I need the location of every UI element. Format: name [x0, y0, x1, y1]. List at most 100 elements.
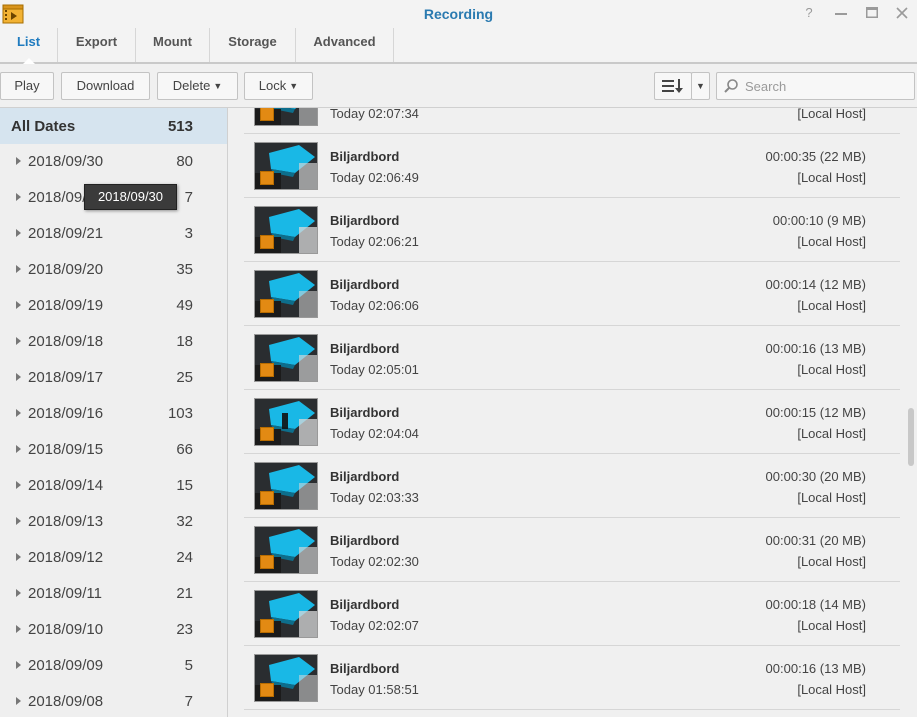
date-item[interactable]: 2018/09/16 103	[0, 396, 227, 432]
date-count: 7	[184, 189, 193, 206]
date-item[interactable]: 2018/09/10 23	[0, 612, 227, 648]
recording-row[interactable]: Biljardbord Today 02:04:04 00:00:15 (12 MB…	[244, 390, 900, 454]
tab-storage[interactable]: Storage	[210, 28, 296, 62]
close-icon[interactable]	[893, 5, 911, 21]
caret-down-icon: ▼	[213, 81, 223, 91]
date-item[interactable]: 2018/09/21 3	[0, 216, 227, 252]
recording-time: Today 02:06:21	[330, 234, 419, 249]
camera-name: Biljardbord	[330, 149, 400, 164]
expand-arrow-icon[interactable]	[16, 445, 21, 453]
recording-type-icon	[260, 619, 274, 633]
expand-arrow-icon[interactable]	[16, 625, 21, 633]
date-item[interactable]: 2018/09/13 32	[0, 504, 227, 540]
tab-bar: List Export Mount Storage Advanced	[0, 28, 917, 64]
tab-list[interactable]: List	[0, 28, 58, 64]
expand-arrow-icon[interactable]	[16, 265, 21, 273]
recording-thumbnail[interactable]	[254, 108, 318, 126]
date-item[interactable]: 2018/09/08 7	[0, 684, 227, 717]
recording-thumbnail[interactable]	[254, 398, 318, 446]
all-dates-count: 513	[167, 118, 193, 135]
expand-arrow-icon[interactable]	[16, 697, 21, 705]
recording-type-icon	[260, 491, 274, 505]
tab-mount[interactable]: Mount	[136, 28, 210, 62]
lock-button-label: Lock	[258, 78, 287, 93]
expand-arrow-icon[interactable]	[16, 157, 21, 165]
recording-host: [Local Host]	[797, 490, 866, 505]
recording-time: Today 02:05:01	[330, 362, 419, 377]
recording-row[interactable]: Biljardbord Today 02:06:06 00:00:14 (12 MB…	[244, 262, 900, 326]
recording-thumbnail[interactable]	[254, 654, 318, 702]
recording-row[interactable]: Biljardbord Today 02:06:49 00:00:35 (22 MB…	[244, 134, 900, 198]
recording-host: [Local Host]	[797, 170, 866, 185]
maximize-icon[interactable]	[863, 5, 881, 21]
scrollbar-thumb[interactable]	[908, 408, 914, 466]
expand-arrow-icon[interactable]	[16, 661, 21, 669]
date-item[interactable]: 2018/09/09 5	[0, 648, 227, 684]
date-item[interactable]: 2018/09/20 35	[0, 252, 227, 288]
expand-arrow-icon[interactable]	[16, 301, 21, 309]
recording-thumbnail[interactable]	[254, 142, 318, 190]
recording-time: Today 02:06:06	[330, 298, 419, 313]
toolbar: Play Download Delete ▼ Lock ▼ ▼	[0, 66, 917, 108]
date-item[interactable]: 2018/09/12 24	[0, 540, 227, 576]
expand-arrow-icon[interactable]	[16, 409, 21, 417]
caret-down-icon: ▼	[696, 81, 705, 91]
tab-advanced[interactable]: Advanced	[296, 28, 394, 62]
expand-arrow-icon[interactable]	[16, 193, 21, 201]
date-label: 2018/09/08	[28, 693, 104, 710]
recording-row[interactable]: Biljardbord Today 02:03:33 00:00:30 (20 MB…	[244, 454, 900, 518]
date-item[interactable]: 2018/09/15 66	[0, 432, 227, 468]
camera-name: Biljardbord	[330, 405, 400, 420]
date-item[interactable]: 2018/09/18 18	[0, 324, 227, 360]
expand-arrow-icon[interactable]	[16, 229, 21, 237]
recording-thumbnail[interactable]	[254, 270, 318, 318]
sort-button[interactable]	[654, 72, 692, 100]
recording-row[interactable]: Biljardbord Today 02:06:21 00:00:10 (9 MB)…	[244, 198, 900, 262]
date-count: 3	[184, 225, 193, 242]
recording-thumbnail[interactable]	[254, 206, 318, 254]
date-item[interactable]: 2018/09/11 21	[0, 576, 227, 612]
recording-thumbnail[interactable]	[254, 590, 318, 638]
recording-row[interactable]: Biljardbord Today 02:05:01 00:00:16 (13 MB…	[244, 326, 900, 390]
date-item[interactable]: 2018/09/14 15	[0, 468, 227, 504]
help-icon[interactable]: ?	[800, 5, 818, 21]
camera-name: Biljardbord	[330, 533, 400, 548]
recording-thumbnail[interactable]	[254, 334, 318, 382]
recording-host: [Local Host]	[797, 234, 866, 249]
expand-arrow-icon[interactable]	[16, 517, 21, 525]
expand-arrow-icon[interactable]	[16, 481, 21, 489]
tab-export[interactable]: Export	[58, 28, 136, 62]
date-item[interactable]: 2018/09/17 25	[0, 360, 227, 396]
recording-row[interactable]: Biljardbord Today 02:02:30 00:00:31 (20 MB…	[244, 518, 900, 582]
recording-row[interactable]: Today 02:07:34 [Local Host]	[244, 108, 900, 134]
recording-host: [Local Host]	[797, 426, 866, 441]
play-button[interactable]: Play	[0, 72, 54, 100]
all-dates-label: All Dates	[11, 118, 76, 135]
date-item[interactable]: 2018/09/19 49	[0, 288, 227, 324]
download-button[interactable]: Download	[61, 72, 150, 100]
date-count: 25	[176, 369, 193, 386]
recording-thumbnail[interactable]	[254, 526, 318, 574]
all-dates-item[interactable]: All Dates 513	[0, 108, 227, 144]
sort-dropdown-button[interactable]: ▼	[691, 72, 710, 100]
recording-thumbnail[interactable]	[254, 462, 318, 510]
date-label: 2018/09/30	[28, 153, 104, 170]
date-count: 32	[176, 513, 193, 530]
expand-arrow-icon[interactable]	[16, 337, 21, 345]
lock-button[interactable]: Lock ▼	[244, 72, 313, 100]
minimize-icon[interactable]	[832, 5, 850, 21]
recording-host: [Local Host]	[797, 298, 866, 313]
search-input[interactable]	[745, 76, 910, 96]
recording-host: [Local Host]	[797, 554, 866, 569]
date-item[interactable]: 2018/09/30 80	[0, 144, 227, 180]
expand-arrow-icon[interactable]	[16, 373, 21, 381]
expand-arrow-icon[interactable]	[16, 553, 21, 561]
search-box[interactable]	[716, 72, 915, 100]
recording-row[interactable]: Biljardbord Today 02:02:07 00:00:18 (14 MB…	[244, 582, 900, 646]
expand-arrow-icon[interactable]	[16, 589, 21, 597]
date-label: 2018/09/20	[28, 261, 104, 278]
recording-row[interactable]: Biljardbord Today 01:58:51 00:00:16 (13 MB…	[244, 646, 900, 710]
recording-duration: 00:00:10 (9 MB)	[772, 213, 866, 228]
delete-button[interactable]: Delete ▼	[157, 72, 238, 100]
date-count: 18	[176, 333, 193, 350]
